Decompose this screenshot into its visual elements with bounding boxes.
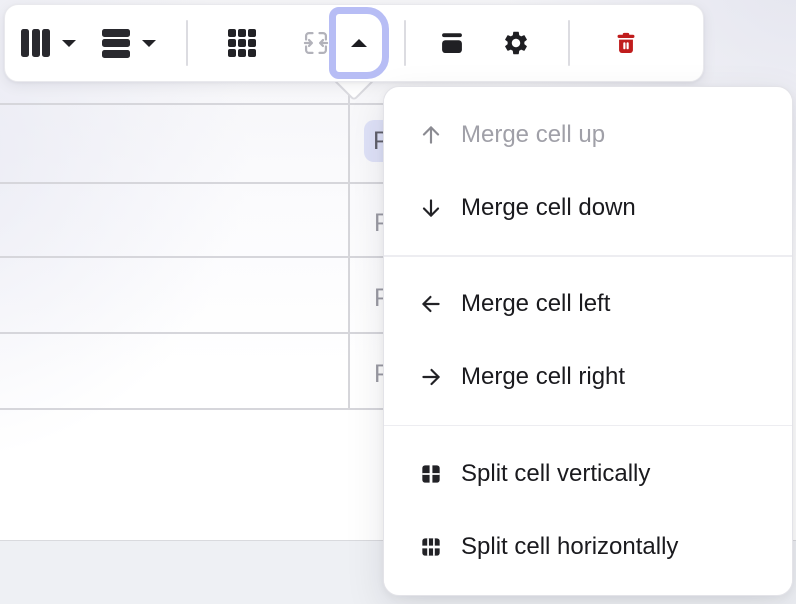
toolbar-divider (186, 20, 188, 66)
toolbar-divider (404, 20, 406, 66)
menu-section-split: Split cell vertically Split cell horizon… (384, 426, 792, 594)
header-row-button[interactable] (428, 19, 476, 67)
menu-item-split-cell-horizontally[interactable]: Split cell horizontally (384, 510, 792, 583)
menu-section-merge-horizontal: Merge cell left Merge cell right (384, 257, 792, 425)
table-toolbar (4, 4, 704, 82)
table-row-border (0, 256, 400, 258)
menu-item-label: Merge cell up (461, 120, 606, 148)
columns-icon (21, 29, 50, 57)
menu-item-label: Merge cell right (461, 363, 626, 390)
arrow-left-icon (418, 291, 444, 317)
menu-item-label: Split cell horizontally (461, 532, 679, 560)
rows-button[interactable] (102, 15, 156, 71)
menu-item-merge-cell-right[interactable]: Merge cell right (384, 340, 792, 414)
table-grid-icon (228, 29, 256, 57)
menu-item-split-cell-vertically[interactable]: Split cell vertically (384, 437, 792, 510)
rows-icon (102, 28, 130, 58)
settings-button[interactable] (492, 19, 540, 67)
merge-split-menu-button[interactable] (329, 7, 389, 79)
arrow-up-icon (418, 122, 444, 148)
menu-item-merge-cell-left[interactable]: Merge cell left (384, 267, 792, 341)
menu-item-merge-cell-down[interactable]: Merge cell down (384, 171, 792, 244)
menu-item-label: Merge cell left (461, 290, 611, 317)
merge-cells-icon (302, 29, 330, 57)
table-column-border (348, 84, 350, 410)
menu-item-merge-cell-up[interactable]: Merge cell up (384, 98, 792, 171)
gear-icon (502, 29, 530, 57)
menu-section-merge-vertical: Merge cell up Merge cell down (384, 87, 792, 255)
toolbar-pointer-arrow (330, 82, 374, 102)
columns-button[interactable] (21, 15, 76, 71)
table-grid-button[interactable] (218, 19, 266, 67)
menu-item-label: Split cell vertically (461, 459, 651, 487)
arrow-right-icon (418, 364, 444, 390)
delete-table-button[interactable] (602, 19, 650, 67)
split-vertical-icon (418, 461, 444, 487)
caret-up-icon (351, 39, 367, 47)
split-horizontal-icon (418, 534, 444, 560)
header-row-icon (438, 29, 466, 57)
chevron-down-icon (142, 39, 156, 47)
menu-item-label: Merge cell down (461, 193, 636, 221)
table-row-border (0, 332, 400, 334)
toolbar-divider (568, 20, 570, 66)
table-row-border (0, 182, 400, 184)
arrow-down-icon (418, 195, 444, 221)
merge-split-menu: Merge cell up Merge cell down Merge cell… (383, 86, 793, 596)
chevron-down-icon (62, 39, 76, 47)
table-row-border (0, 408, 400, 410)
trash-icon (613, 30, 639, 56)
table-row-border (0, 103, 400, 105)
